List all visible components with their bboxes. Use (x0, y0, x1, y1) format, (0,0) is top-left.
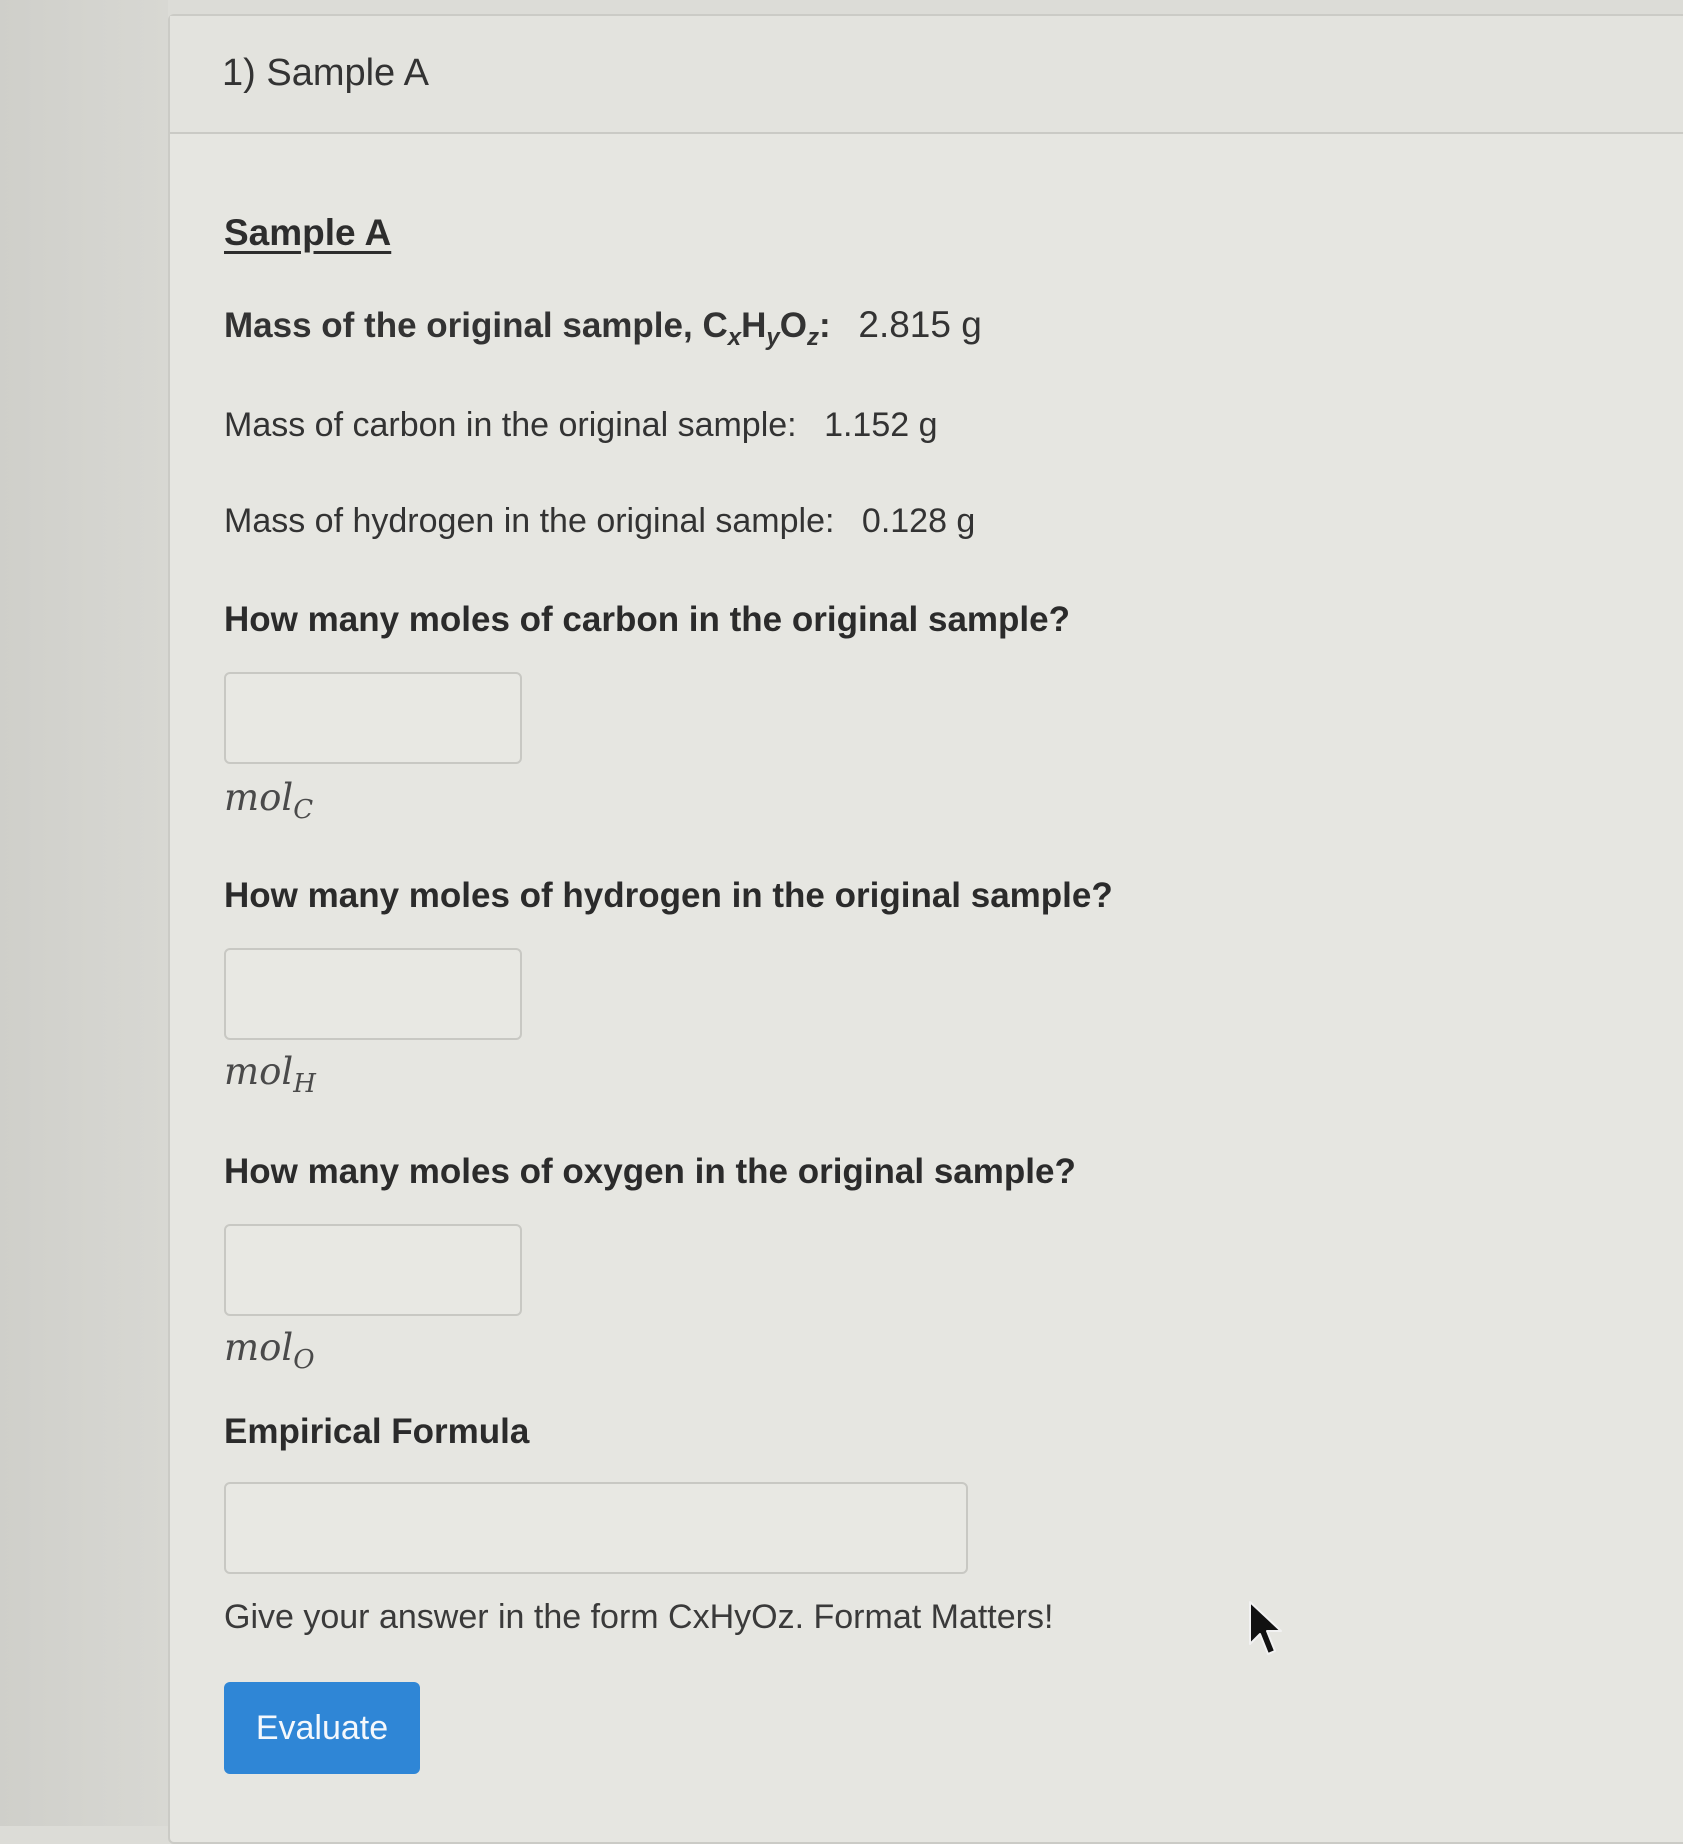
screen-bezel (0, 0, 168, 1826)
question-moles-carbon: How many moles of carbon in the original… (224, 600, 1070, 639)
unit-mol-h: molH (224, 1050, 316, 1099)
hydrogen-mass-value: 0.128 g (861, 502, 976, 540)
section-title: Sample A (224, 212, 392, 253)
formula-o: O (779, 306, 807, 345)
formula-colon: : (818, 306, 831, 345)
mouse-cursor-icon (1249, 1601, 1282, 1655)
formula-c: C (702, 306, 728, 345)
empirical-formula-input[interactable] (224, 1482, 968, 1574)
original-sample-mass: Mass of the original sample, CxHyOz: 2.8… (224, 304, 982, 352)
carbon-mass: Mass of carbon in the original sample: 1… (224, 406, 938, 445)
unit-mol-c-base: mol (224, 776, 294, 819)
question-moles-oxygen: How many moles of oxygen in the original… (224, 1152, 1076, 1191)
question-header: 1) Sample A (170, 16, 1683, 134)
question-card: 1) Sample A Sample A Mass of the origina… (168, 14, 1683, 1844)
formula-h: H (741, 306, 767, 345)
formula-x: x (727, 324, 742, 351)
carbon-mass-value: 1.152 g (824, 406, 938, 444)
unit-mol-c-sub: C (293, 795, 314, 825)
sample-formula: CxHyOz: (702, 306, 831, 351)
unit-mol-o-sub: O (293, 1345, 315, 1375)
hydrogen-mass: Mass of hydrogen in the original sample:… (224, 502, 975, 541)
empirical-formula-title: Empirical Formula (224, 1412, 530, 1451)
unit-mol-h-sub: H (293, 1069, 316, 1099)
carbon-mass-label: Mass of carbon in the original sample: (224, 406, 797, 444)
unit-mol-c: molC (224, 776, 313, 825)
original-sample-value: 2.815 g (858, 304, 982, 345)
unit-mol-h-base: mol (224, 1050, 294, 1093)
formula-z: z (806, 324, 819, 351)
moles-hydrogen-input[interactable] (224, 948, 522, 1040)
question-moles-hydrogen: How many moles of hydrogen in the origin… (224, 876, 1113, 915)
moles-carbon-input[interactable] (224, 672, 522, 764)
hydrogen-mass-label: Mass of hydrogen in the original sample: (224, 502, 835, 540)
empirical-formula-hint: Give your answer in the form CxHyOz. For… (224, 1598, 1054, 1636)
original-sample-label: Mass of the original sample, (224, 306, 693, 345)
evaluate-button[interactable]: Evaluate (224, 1682, 420, 1774)
unit-mol-o: molO (224, 1326, 315, 1375)
unit-mol-o-base: mol (224, 1326, 294, 1369)
question-title: 1) Sample A (222, 52, 429, 94)
moles-oxygen-input[interactable] (224, 1224, 522, 1316)
formula-y: y (766, 324, 780, 351)
